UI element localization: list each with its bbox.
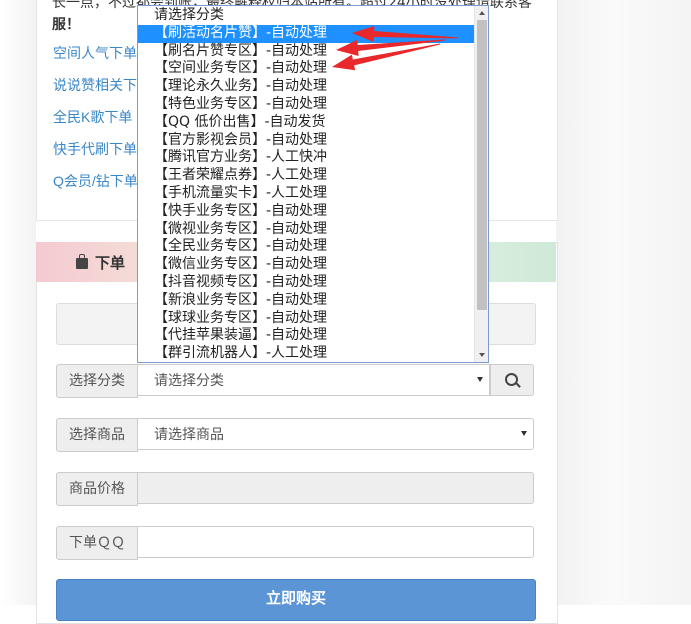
dropdown-option[interactable]: 【全民业务专区】-自动处理 bbox=[138, 238, 474, 256]
price-field bbox=[137, 472, 534, 504]
dropdown-option[interactable]: 【腾讯官方业务】-人工快冲 bbox=[138, 149, 474, 167]
category-label: 选择分类 bbox=[56, 364, 138, 398]
chevron-down-icon bbox=[477, 377, 483, 382]
dropdown-option[interactable]: 【王者荣耀点券】-人工处理 bbox=[138, 167, 474, 185]
scroll-down-arrow-icon[interactable] bbox=[479, 353, 485, 357]
qq-input[interactable] bbox=[137, 526, 534, 558]
dropdown-option[interactable]: 【理论永久业务】-自动处理 bbox=[138, 78, 474, 96]
qq-row: 下单ＱＱ bbox=[56, 526, 534, 560]
category-select[interactable]: 请选择分类 bbox=[137, 364, 490, 396]
dropdown-option[interactable]: 【快手业务专区】-自动处理 bbox=[138, 203, 474, 221]
scroll-up-arrow-icon[interactable] bbox=[479, 11, 485, 15]
search-icon bbox=[505, 373, 518, 386]
chevron-down-icon bbox=[521, 431, 527, 436]
dropdown-option[interactable]: 【刷活动名片赞】-自动处理 bbox=[138, 24, 474, 43]
dropdown-option[interactable]: 【新浪业务专区】-自动处理 bbox=[138, 292, 474, 310]
dropdown-option[interactable]: 【代挂苹果装逼】-自动处理 bbox=[138, 327, 474, 345]
dropdown-option[interactable]: 【微视业务专区】-自动处理 bbox=[138, 221, 474, 239]
qq-label: 下单ＱＱ bbox=[56, 526, 138, 560]
price-row: 商品价格 bbox=[56, 472, 534, 506]
search-button[interactable] bbox=[490, 364, 534, 396]
order-panel-title-text: 下单 bbox=[95, 254, 126, 272]
dropdown-options: 请选择分类 【刷活动名片赞】-自动处理 【刷名片赞专区】-自动处理 【空间业务专区】-… bbox=[138, 7, 474, 362]
category-row: 选择分类 请选择分类 bbox=[56, 364, 534, 398]
link-kuaishou[interactable]: 快手代刷下单 bbox=[53, 139, 137, 159]
dropdown-option[interactable]: 【空间业务专区】-自动处理 bbox=[138, 60, 474, 78]
price-label: 商品价格 bbox=[56, 472, 138, 506]
dropdown-scrollbar[interactable] bbox=[474, 6, 488, 362]
order-panel-title: 下单 bbox=[76, 252, 125, 273]
product-label: 选择商品 bbox=[56, 418, 138, 452]
dropdown-option[interactable]: 【官方影视会员】-自动处理 bbox=[138, 132, 474, 150]
category-dropdown-list[interactable]: 请选择分类 【刷活动名片赞】-自动处理 【刷名片赞专区】-自动处理 【空间业务专区】-… bbox=[137, 5, 489, 363]
page-background-right bbox=[556, 0, 691, 605]
dropdown-option[interactable]: 【微信业务专区】-自动处理 bbox=[138, 256, 474, 274]
dropdown-option[interactable]: 【刷名片赞专区】-自动处理 bbox=[138, 43, 474, 61]
buy-now-button[interactable]: 立即购买 bbox=[56, 579, 536, 621]
link-space-popularity[interactable]: 空间人气下单 bbox=[53, 43, 137, 63]
product-select-value: 请选择商品 bbox=[154, 427, 224, 443]
dropdown-option[interactable]: 【抖音视频专区】-自动处理 bbox=[138, 274, 474, 292]
category-select-value: 请选择分类 bbox=[154, 373, 224, 389]
link-kge[interactable]: 全民K歌下单 bbox=[53, 107, 132, 127]
dropdown-option[interactable]: 请选择分类 bbox=[138, 7, 474, 25]
product-select[interactable]: 请选择商品 bbox=[137, 418, 534, 450]
dropdown-option[interactable]: 【手机流量实卡】-人工处理 bbox=[138, 185, 474, 203]
scrollbar-thumb[interactable] bbox=[477, 20, 487, 310]
dropdown-option[interactable]: 【群引流机器人】-人工处理 bbox=[138, 345, 474, 362]
dropdown-option[interactable]: 【QQ 低价出售】-自动发货 bbox=[138, 114, 474, 132]
dropdown-option[interactable]: 【球球业务专区】-自动处理 bbox=[138, 310, 474, 328]
link-shuoshuo-likes[interactable]: 说说赞相关下 bbox=[53, 75, 137, 95]
dropdown-option[interactable]: 【特色业务专区】-自动处理 bbox=[138, 96, 474, 114]
product-row: 选择商品 请选择商品 bbox=[56, 418, 534, 452]
shopping-bag-icon bbox=[76, 254, 88, 269]
page-background-left bbox=[0, 0, 36, 605]
link-qq-vip[interactable]: Q会员/钻下单 bbox=[53, 171, 138, 191]
